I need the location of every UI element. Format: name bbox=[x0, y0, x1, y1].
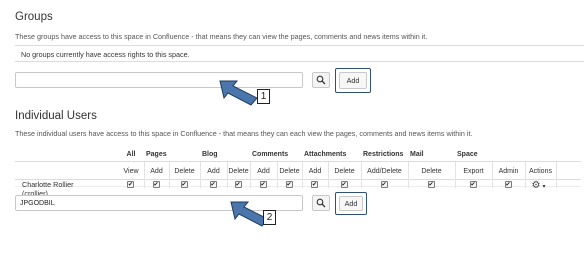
permission-checkbox[interactable]: ✔ bbox=[180, 181, 188, 188]
column-separator bbox=[361, 162, 362, 188]
column-separator bbox=[277, 162, 278, 188]
column-subheader: Delete bbox=[334, 168, 355, 175]
groups-add-highlight: Add bbox=[335, 68, 371, 93]
permission-checkbox[interactable]: ✔ bbox=[152, 181, 160, 188]
groups-heading: Groups bbox=[15, 11, 53, 23]
column-separator bbox=[227, 162, 228, 188]
users-search-button[interactable] bbox=[312, 195, 330, 211]
column-group-header: All bbox=[126, 151, 136, 158]
chevron-down-icon: ▾ bbox=[542, 184, 546, 190]
column-subheader: Add bbox=[207, 168, 220, 175]
permission-checkbox[interactable]: ✔ bbox=[380, 181, 388, 188]
groups-empty-message: No groups currently have access rights t… bbox=[21, 50, 190, 59]
permission-checkbox[interactable]: ✔ bbox=[127, 181, 134, 188]
search-icon bbox=[316, 75, 326, 85]
permission-checkbox[interactable]: ✔ bbox=[340, 181, 348, 188]
column-separator bbox=[455, 162, 456, 188]
column-group-header: Attachments bbox=[304, 151, 347, 158]
groups-callout: 1 bbox=[257, 89, 270, 104]
permission-checkbox[interactable]: ✔ bbox=[234, 181, 242, 188]
users-heading: Individual Users bbox=[15, 110, 97, 122]
permission-checkbox[interactable]: ✔ bbox=[427, 181, 435, 188]
column-subheader: Delete bbox=[228, 168, 249, 175]
column-separator bbox=[328, 162, 329, 188]
groups-description: These groups have access to this space i… bbox=[15, 32, 428, 41]
column-subheader: View bbox=[123, 168, 139, 175]
column-group-header: Restrictions bbox=[363, 151, 404, 158]
column-subheader: Delete bbox=[279, 168, 300, 175]
user-name: Charlotte Rollier bbox=[22, 180, 74, 189]
permission-checkbox[interactable]: ✔ bbox=[285, 181, 293, 188]
users-add-highlight: Add bbox=[335, 192, 367, 215]
column-separator bbox=[302, 162, 303, 188]
column-separator bbox=[144, 162, 145, 188]
permission-checkbox[interactable]: ✔ bbox=[311, 181, 318, 188]
table-divider bbox=[15, 161, 581, 162]
callout-arrow-icon bbox=[219, 80, 258, 106]
column-separator bbox=[169, 162, 170, 188]
users-add-button[interactable]: Add bbox=[339, 196, 363, 211]
column-subheader: Add/Delete bbox=[367, 168, 402, 175]
groups-add-button[interactable]: Add bbox=[339, 72, 367, 89]
permission-checkbox[interactable]: ✔ bbox=[209, 181, 217, 188]
column-subheader: Export bbox=[463, 168, 484, 175]
table-divider bbox=[15, 179, 581, 180]
permission-checkbox[interactable]: ✔ bbox=[469, 181, 477, 188]
column-subheader: Admin bbox=[498, 168, 519, 175]
column-group-header: Comments bbox=[252, 151, 289, 158]
permission-checkbox[interactable]: ✔ bbox=[259, 181, 267, 188]
column-separator bbox=[200, 162, 201, 188]
groups-search-button[interactable] bbox=[312, 72, 330, 88]
actions-dropdown[interactable]: ⚙ ▾ bbox=[532, 180, 546, 191]
permission-checkbox[interactable]: ✔ bbox=[504, 181, 512, 188]
table-divider bbox=[15, 186, 581, 187]
column-subheader: Add bbox=[257, 168, 270, 175]
column-separator bbox=[492, 162, 493, 188]
column-group-header: Pages bbox=[146, 151, 167, 158]
column-separator bbox=[556, 162, 557, 188]
column-separator bbox=[250, 162, 251, 188]
users-description: These individual users have access to th… bbox=[15, 129, 473, 138]
users-callout: 2 bbox=[263, 210, 276, 225]
groups-empty-box: No groups currently have access rights t… bbox=[15, 45, 584, 62]
column-subheader: Add bbox=[308, 168, 322, 175]
column-group-header: Mail bbox=[410, 151, 424, 158]
column-separator bbox=[408, 162, 409, 188]
gear-icon: ⚙ bbox=[531, 180, 541, 191]
column-subheader: Delete bbox=[174, 168, 195, 175]
column-group-header: Blog bbox=[202, 151, 218, 158]
search-icon bbox=[316, 198, 326, 208]
column-group-header: Space bbox=[457, 151, 478, 158]
column-subheader: Add bbox=[150, 168, 163, 175]
column-subheader: Actions bbox=[529, 168, 552, 175]
column-separator bbox=[525, 162, 526, 188]
column-subheader: Delete bbox=[421, 168, 442, 175]
